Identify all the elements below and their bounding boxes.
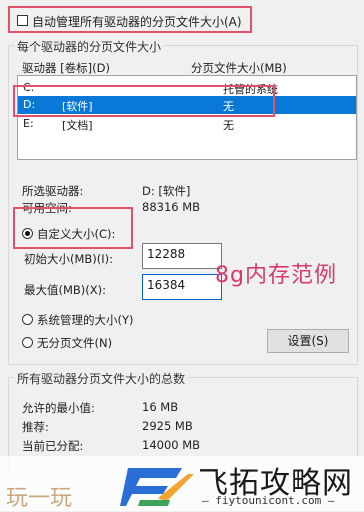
custom-size-radio[interactable] [22, 228, 33, 239]
brand-logo-icon [120, 468, 194, 506]
col-drive-header: 驱动器 [卷标](D) [22, 61, 110, 75]
auto-manage-label[interactable]: 自动管理所有驱动器的分页文件大小(A) [32, 13, 242, 30]
min-allowed-label: 允许的最小值: [22, 401, 95, 415]
max-size-label: 最大值(MB)(X): [24, 283, 107, 297]
drive-row-e[interactable]: E: [文档] 无 [18, 116, 356, 132]
auto-manage-checkbox[interactable] [17, 15, 28, 26]
drive-row-c[interactable]: C: 托管的系统 [18, 80, 356, 96]
max-size-input[interactable]: 16384 [142, 274, 222, 300]
system-managed-radio[interactable] [22, 314, 33, 325]
watermark-left-text: 玩一玩 [6, 486, 73, 511]
drive-letter: E: [23, 117, 34, 130]
min-allowed-value: 16 MB [142, 400, 179, 414]
annotation-8g-example: 8g内存范例 [215, 263, 337, 288]
watermark-url: — fiytounicont.com — [202, 494, 335, 507]
drive-list[interactable]: C: 托管的系统 D: [软件] 无 E: [文档] 无 [17, 75, 357, 160]
available-label: 可用空间: [22, 201, 72, 215]
available-value: 88316 MB [142, 200, 201, 214]
col-size-header: 分页文件大小(MB) [191, 61, 287, 75]
current-allocated-value: 14000 MB [142, 438, 201, 452]
initial-size-label: 初始大小(MB)(I): [24, 252, 114, 266]
drive-size: 托管的系统 [223, 83, 278, 96]
drive-label: [文档] [62, 119, 93, 132]
system-managed-label[interactable]: 系统管理的大小(Y) [37, 312, 134, 328]
totals-group-title: 所有驱动器分页文件大小的总数 [15, 370, 188, 387]
per-drive-group-title: 每个驱动器的分页文件大小 [15, 38, 164, 55]
drive-row-d[interactable]: D: [软件] 无 [18, 96, 356, 114]
drive-size: 无 [223, 119, 234, 132]
drive-label: [软件] [62, 100, 93, 113]
custom-size-label[interactable]: 自定义大小(C): [37, 226, 115, 242]
current-allocated-label: 当前已分配: [22, 439, 84, 453]
no-paging-label[interactable]: 无分页文件(N) [37, 335, 112, 351]
set-button[interactable]: 设置(S) [267, 329, 349, 353]
drive-letter: C: [23, 81, 35, 94]
selected-drive-value: D: [软件] [142, 184, 191, 198]
recommended-value: 2925 MB [142, 419, 193, 433]
initial-size-input[interactable]: 12288 [142, 243, 222, 269]
recommended-label: 推荐: [22, 420, 49, 434]
drive-letter: D: [23, 98, 36, 111]
no-paging-radio[interactable] [22, 337, 33, 348]
drive-size: 无 [223, 100, 234, 113]
selected-drive-label: 所选驱动器: [22, 184, 84, 198]
